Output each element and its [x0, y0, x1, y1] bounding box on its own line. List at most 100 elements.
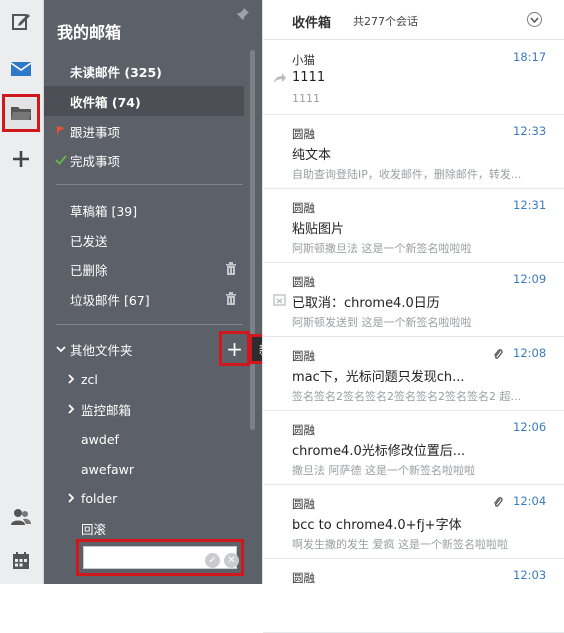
- message-preview: 阿斯顿撒旦法 这是一个新签名啦啦啦: [292, 242, 472, 255]
- folder-spam[interactable]: 垃圾邮件 [67]: [44, 284, 244, 314]
- subfolder-label: awefawr: [81, 461, 134, 477]
- subfolder-item[interactable]: 监控邮箱: [44, 394, 244, 424]
- message-item[interactable]: 圆融 12:06 chrome4.0光标修改位置后... 撒旦法 阿萨德 这是一…: [263, 411, 564, 485]
- message-list: 收件箱 共277个会话 小猫 18:17 1111 1111 圆融 12:33 …: [262, 0, 564, 633]
- folder-deleted[interactable]: 已删除: [44, 254, 244, 284]
- other-folders-toggle[interactable]: 其他文件夹: [44, 334, 244, 364]
- message-subject: chrome4.0光标修改位置后...: [292, 444, 466, 459]
- message-item[interactable]: 圆融 12:31 粘贴图片 阿斯顿撒旦法 这是一个新签名啦啦啦: [263, 189, 564, 263]
- subfolder-item[interactable]: awdef: [44, 424, 244, 454]
- message-subject: bcc to chrome4.0+fj+字体: [292, 518, 462, 533]
- message-list-header: 收件箱 共277个会话: [263, 0, 564, 40]
- app-icon-rail: [0, 0, 44, 584]
- trash-icon[interactable]: [225, 292, 237, 308]
- other-folders-label: 其他文件夹: [70, 342, 133, 358]
- subfolder-item[interactable]: folder: [44, 483, 244, 513]
- pin-icon[interactable]: [236, 6, 250, 25]
- message-sender: 小猫: [292, 53, 315, 67]
- new-folder-input-box: ✓ ✕: [76, 539, 244, 576]
- message-subject: 1111: [292, 70, 326, 85]
- contacts-button[interactable]: [4, 500, 38, 534]
- sort-icon[interactable]: [527, 12, 542, 27]
- message-item[interactable]: 圆融 12:09 已取消：chrome4.0日历 阿斯顿发送到 这是一个新签名啦…: [263, 263, 564, 337]
- folder-unread[interactable]: 未读邮件 (325): [44, 56, 244, 86]
- conversation-count: 共277个会话: [353, 15, 418, 28]
- message-item[interactable]: 圆融 12:04 bcc to chrome4.0+fj+字体 啊发生撒的发生 …: [263, 485, 564, 559]
- chevron-right-icon: [68, 404, 75, 414]
- message-preview: 啊发生撒的发生 爱疯 这是一个新签名啦啦啦: [292, 538, 508, 551]
- confirm-icon[interactable]: ✓: [205, 553, 220, 568]
- folder-spam-label: 垃圾邮件 [67]: [70, 292, 150, 308]
- message-sender: 圆融: [292, 349, 315, 363]
- mail-button[interactable]: [4, 52, 38, 86]
- attachment-icon: [493, 346, 503, 365]
- folder-unread-label: 未读邮件 (325): [70, 64, 162, 80]
- message-sender: 圆融: [292, 201, 315, 215]
- close-icon[interactable]: ✕: [224, 553, 239, 568]
- message-subject: 纯文本: [292, 148, 332, 163]
- folder-follow-up-label: 跟进事项: [70, 124, 121, 140]
- subfolder-label: 监控邮箱: [81, 402, 132, 418]
- message-time: 12:04: [513, 494, 547, 508]
- folder-drafts-label: 草稿箱 [39]: [70, 203, 138, 219]
- contacts-icon: [11, 509, 31, 525]
- folder-done[interactable]: 完成事项: [44, 145, 244, 175]
- message-sender: 圆融: [292, 497, 315, 511]
- message-preview: 自助查询登陆IP，收发邮件，删除邮件，转发...: [292, 168, 522, 181]
- add-button[interactable]: [4, 142, 38, 176]
- new-folder-button[interactable]: +: [219, 331, 250, 366]
- folder-done-label: 完成事项: [70, 153, 121, 169]
- divider: [56, 324, 243, 325]
- message-sender: 圆融: [292, 275, 315, 289]
- folder-drafts[interactable]: 草稿箱 [39]: [44, 195, 244, 225]
- list-title: 收件箱: [292, 16, 332, 31]
- attachment-icon: [493, 494, 503, 513]
- subfolder-item[interactable]: awefawr: [44, 454, 244, 484]
- folders-button[interactable]: [2, 94, 40, 132]
- message-time: 12:08: [513, 346, 547, 360]
- message-time: 12:31: [513, 198, 547, 212]
- calendar-icon: [13, 552, 29, 569]
- divider: [56, 184, 243, 185]
- flag-icon: [57, 126, 65, 136]
- trash-icon[interactable]: [225, 262, 237, 278]
- folder-sent[interactable]: 已发送: [44, 225, 244, 255]
- message-item[interactable]: 圆融 12:03: [263, 559, 564, 633]
- message-time: 12:03: [513, 568, 547, 582]
- folder-inbox[interactable]: 收件箱 (74): [44, 86, 244, 116]
- subfolder-label: folder: [81, 490, 118, 506]
- message-time: 12:09: [513, 272, 547, 286]
- compose-button[interactable]: [4, 4, 38, 38]
- message-subject: 已取消：chrome4.0日历: [292, 296, 440, 311]
- folder-follow-up[interactable]: 跟进事项: [44, 116, 244, 146]
- subfolder-label: 回滚: [81, 521, 107, 537]
- folder-icon: [11, 107, 31, 120]
- folder-deleted-label: 已删除: [70, 262, 108, 278]
- forward-icon: [273, 69, 287, 88]
- compose-icon: [12, 14, 30, 30]
- folder-pane: 我的邮箱 未读邮件 (325) 收件箱 (74) 跟进事项 完成事项 草稿箱 […: [44, 0, 262, 584]
- message-time: 12:33: [513, 124, 547, 138]
- calendar-cancel-icon: [273, 291, 286, 310]
- chevron-down-icon: [56, 346, 66, 353]
- folder-sent-label: 已发送: [70, 233, 108, 249]
- subfolder-item[interactable]: zcl: [44, 364, 244, 394]
- calendar-button[interactable]: [4, 544, 38, 578]
- message-preview: 阿斯顿发送到 这是一个新签名啦啦啦: [292, 316, 472, 329]
- check-icon: [55, 155, 67, 165]
- message-subject: mac下，光标问题只发现ch...: [292, 370, 465, 385]
- message-item[interactable]: 圆融 12:33 纯文本 自助查询登陆IP，收发邮件，删除邮件，转发...: [263, 115, 564, 189]
- add-icon: +: [226, 336, 243, 361]
- message-item[interactable]: 圆融 12:08 mac下，光标问题只发现ch... 签名签名2签名签名2签名签…: [263, 337, 564, 411]
- message-subject: 粘贴图片: [292, 222, 345, 237]
- add-icon: [13, 151, 29, 167]
- message-time: 12:06: [513, 420, 547, 434]
- folder-scrollbar[interactable]: [250, 50, 255, 430]
- folder-pane-title: 我的邮箱: [57, 23, 122, 42]
- chevron-right-icon: [68, 374, 75, 384]
- message-item[interactable]: 小猫 18:17 1111 1111: [263, 41, 564, 115]
- message-sender: 圆融: [292, 423, 315, 437]
- message-preview: 签名签名2签名签名2签名签名2签名签名2 超...: [292, 390, 521, 403]
- subfolder-label: awdef: [81, 431, 119, 447]
- message-sender: 圆融: [292, 127, 315, 141]
